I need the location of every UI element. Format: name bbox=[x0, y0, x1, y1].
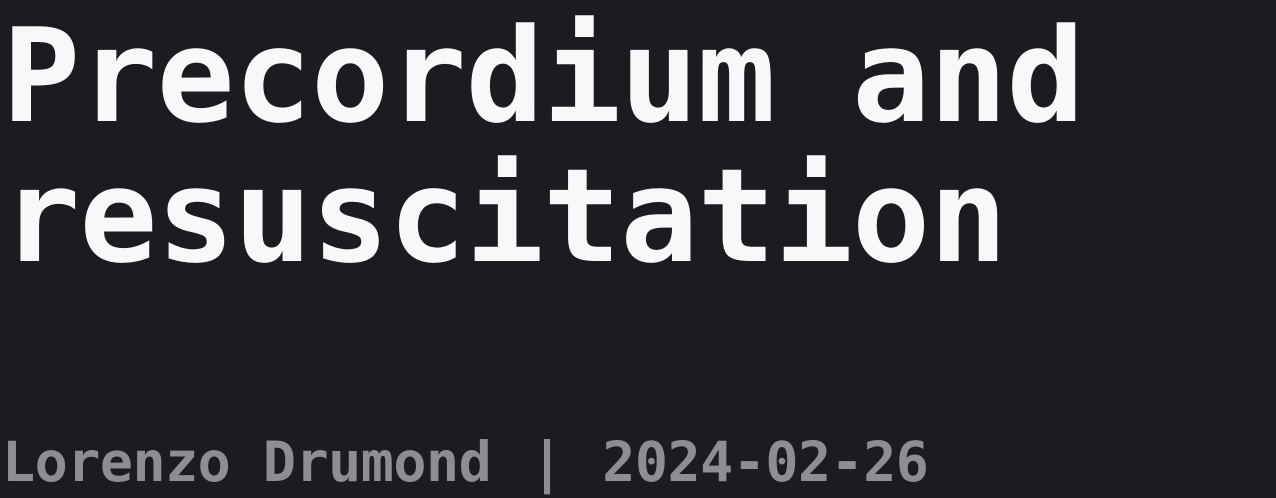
title-line-2: resuscitation bbox=[2, 140, 1007, 292]
author-name: Lorenzo Drumond bbox=[2, 430, 492, 494]
title-slide: Precordium and resuscitation Lorenzo Dru… bbox=[0, 0, 1276, 498]
page-title: Precordium and resuscitation bbox=[2, 6, 1272, 286]
title-line-1: Precordium and bbox=[2, 0, 1085, 152]
byline-separator: | bbox=[530, 430, 564, 494]
byline: Lorenzo Drumond | 2024-02-26 bbox=[2, 428, 929, 496]
publish-date: 2024-02-26 bbox=[602, 430, 929, 494]
